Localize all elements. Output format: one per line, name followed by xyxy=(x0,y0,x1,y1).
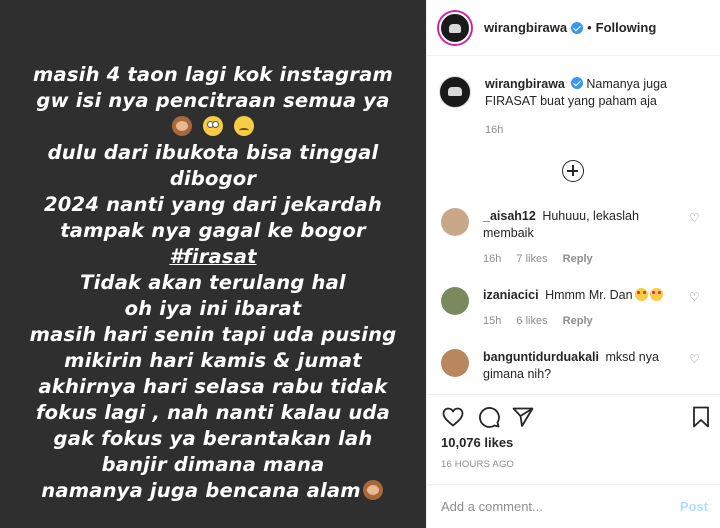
avatar[interactable] xyxy=(441,349,469,377)
comment-likes[interactable]: 7 likes xyxy=(516,253,547,265)
see-no-evil-monkey-icon xyxy=(172,116,192,136)
comment-username[interactable]: banguntidurduakali xyxy=(483,350,599,364)
story-line: masih 4 taon lagi kok instagram xyxy=(33,63,393,86)
comment-item: izaniacici Hmmm Mr. Dan 15h 6 likes Repl… xyxy=(441,287,709,330)
comment-input[interactable] xyxy=(441,499,680,514)
like-heart-icon[interactable] xyxy=(441,405,465,429)
story-line: gw isi nya pencitraan semua ya xyxy=(36,89,390,112)
bookmark-icon[interactable] xyxy=(689,405,713,429)
comment-username[interactable]: izaniacici xyxy=(483,288,539,302)
reply-button[interactable]: Reply xyxy=(563,253,593,265)
like-comment-heart-icon[interactable]: ♡ xyxy=(689,353,701,365)
verified-badge-icon xyxy=(571,21,584,34)
avatar[interactable] xyxy=(439,11,471,44)
story-line: dulu dari ibukota bisa tinggal xyxy=(47,141,379,164)
post-comment-button[interactable]: Post xyxy=(680,499,708,514)
comment-time[interactable]: 15h xyxy=(483,315,501,327)
comment-item: _aisah12 Huhuuu, lekaslah membaik 16h 7 … xyxy=(441,208,709,268)
instagram-post: masih 4 taon lagi kok instagram gw isi n… xyxy=(0,0,720,528)
story-line: 2024 nanti yang dari jekardah xyxy=(44,193,382,216)
comment-time[interactable]: 16h xyxy=(483,253,501,265)
post-header: wirangbirawa • Following xyxy=(427,0,720,56)
comment-body: _aisah12 Huhuuu, lekaslah membaik 16h 7 … xyxy=(483,208,683,268)
story-line: masih hari senin tapi uda pusing xyxy=(29,323,397,346)
comment-text: Hmmm Mr. Dan xyxy=(545,288,633,302)
verified-badge-icon xyxy=(570,77,583,89)
story-line: oh iya ini ibarat xyxy=(124,297,302,320)
caption-avatar[interactable] xyxy=(439,76,471,108)
comment-likes[interactable]: 6 likes xyxy=(516,315,547,327)
disappointed-face-icon xyxy=(234,116,254,136)
like-comment-heart-icon[interactable]: ♡ xyxy=(689,212,701,224)
post-image[interactable]: masih 4 taon lagi kok instagram gw isi n… xyxy=(0,0,426,528)
header-username[interactable]: wirangbirawa xyxy=(484,20,567,35)
load-more-comments-icon[interactable] xyxy=(562,160,584,182)
avatar[interactable] xyxy=(441,287,469,315)
story-line: tampak nya gagal ke bogor xyxy=(60,219,366,242)
story-text: masih 4 taon lagi kok instagram gw isi n… xyxy=(0,62,426,504)
post-timestamp[interactable]: 16 HOURS AGO xyxy=(441,459,514,470)
caption-body: wirangbirawa Namanya juga FIRASAT buat y… xyxy=(485,76,709,139)
reply-button[interactable]: Reply xyxy=(563,315,593,327)
story-line: fokus lagi , nah nanti kalau uda xyxy=(35,401,391,424)
caption-time[interactable]: 16h xyxy=(485,122,709,139)
action-bar xyxy=(427,394,720,434)
post-caption: wirangbirawa Namanya juga FIRASAT buat y… xyxy=(439,76,709,139)
story-line: banjir dimana mana xyxy=(101,453,325,476)
comment-username[interactable]: _aisah12 xyxy=(483,209,536,223)
post-sidebar: wirangbirawa • Following wirangbirawa Na… xyxy=(426,0,720,528)
separator-dot: • xyxy=(587,20,592,35)
comment-body: izaniacici Hmmm Mr. Dan 15h 6 likes Repl… xyxy=(483,287,683,330)
comment-meta: 16h 7 likes Reply xyxy=(483,251,683,268)
story-line-last: namanya juga bencana alam xyxy=(0,478,426,504)
heart-eyes-icon xyxy=(634,288,648,301)
story-line: Tidak akan terulang hal xyxy=(80,271,346,294)
story-line-text: namanya juga bencana alam xyxy=(41,479,361,502)
add-comment-bar: Post xyxy=(427,484,720,528)
rolling-eyes-icon xyxy=(203,116,223,136)
comment-bubble-icon[interactable] xyxy=(477,405,501,429)
story-line: mikirin hari kamis & jumat xyxy=(64,349,362,372)
avatar[interactable] xyxy=(441,208,469,236)
caption-username[interactable]: wirangbirawa xyxy=(485,77,565,91)
story-line: dibogor xyxy=(169,167,257,190)
comment-meta: 15h 6 likes Reply xyxy=(483,313,683,330)
like-comment-heart-icon[interactable]: ♡ xyxy=(689,291,701,303)
following-button[interactable]: Following xyxy=(596,20,657,35)
share-paper-plane-icon[interactable] xyxy=(511,405,535,429)
comment-body: banguntidurduakali mksd nya gimana nih? xyxy=(483,349,683,383)
story-line: akhirnya hari selasa rabu tidak xyxy=(38,375,388,398)
story-line: gak fokus ya berantakan lah xyxy=(53,427,373,450)
monkey-face-icon xyxy=(362,480,383,500)
comment-item: banguntidurduakali mksd nya gimana nih? … xyxy=(441,349,709,383)
story-hashtag: #firasat xyxy=(169,245,257,268)
heart-eyes-icon xyxy=(649,288,663,301)
likes-count[interactable]: 10,076 likes xyxy=(441,435,513,450)
story-emoji-row xyxy=(0,114,426,140)
